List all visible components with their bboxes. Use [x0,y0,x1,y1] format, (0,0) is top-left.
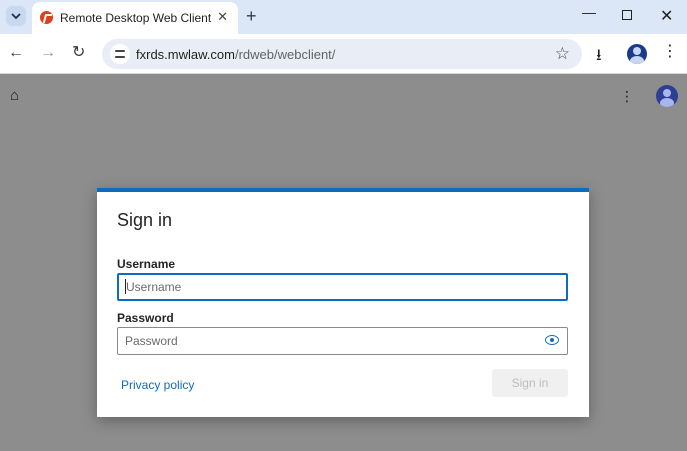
signin-dialog: Sign in Username Password Privacy policy… [97,188,589,417]
privacy-policy-link[interactable]: Privacy policy [121,378,194,392]
username-label: Username [117,257,176,271]
url-host: fxrds.mwlaw.com [136,47,235,62]
maximize-button[interactable] [622,10,632,20]
bookmark-star-icon[interactable]: ☆ [555,44,570,64]
address-bar[interactable]: fxrds.mwlaw.com/rdweb/webclient/ ☆ [102,39,582,69]
browser-menu-icon[interactable]: ⋮ [662,43,678,61]
user-avatar[interactable] [656,85,678,107]
tab-close-icon[interactable]: ✕ [217,9,228,25]
password-input[interactable] [117,327,568,355]
browser-titlebar: Remote Desktop Web Client ✕ + — ✕ [0,0,687,34]
tab-search-button[interactable] [6,6,26,26]
home-icon[interactable]: ⌂ [10,87,19,104]
password-label: Password [117,311,174,325]
dialog-title: Sign in [117,210,173,230]
reload-button[interactable]: ↻ [72,44,85,62]
url-path: /rdweb/webclient/ [234,47,336,62]
page-menu-icon[interactable]: ⋮ [620,88,634,105]
browser-toolbar: ← → ↻ fxrds.mwlaw.com/rdweb/webclient/ ☆… [0,34,687,74]
site-info-icon[interactable] [110,44,130,64]
url-text[interactable]: fxrds.mwlaw.com/rdweb/webclient/ [136,47,335,62]
username-input[interactable] [117,273,568,301]
close-window-button[interactable]: ✕ [660,6,673,26]
minimize-button[interactable]: — [582,4,596,20]
chevron-down-icon [11,13,21,20]
tab-title: Remote Desktop Web Client [60,11,212,25]
page-overlay: ⌂ ⋮ Sign in Username Password Privacy po… [0,75,687,451]
show-password-eye-icon[interactable] [545,335,559,345]
browser-tab[interactable]: Remote Desktop Web Client ✕ [32,2,238,34]
text-caret [125,279,126,294]
new-tab-button[interactable]: + [246,6,257,26]
remote-desktop-favicon-icon [40,11,53,24]
forward-button[interactable]: → [40,44,56,62]
signin-button[interactable]: Sign in [492,369,568,397]
back-button[interactable]: ← [8,44,24,62]
download-icon[interactable]: ⭳ [596,44,602,71]
profile-avatar[interactable] [627,44,647,64]
